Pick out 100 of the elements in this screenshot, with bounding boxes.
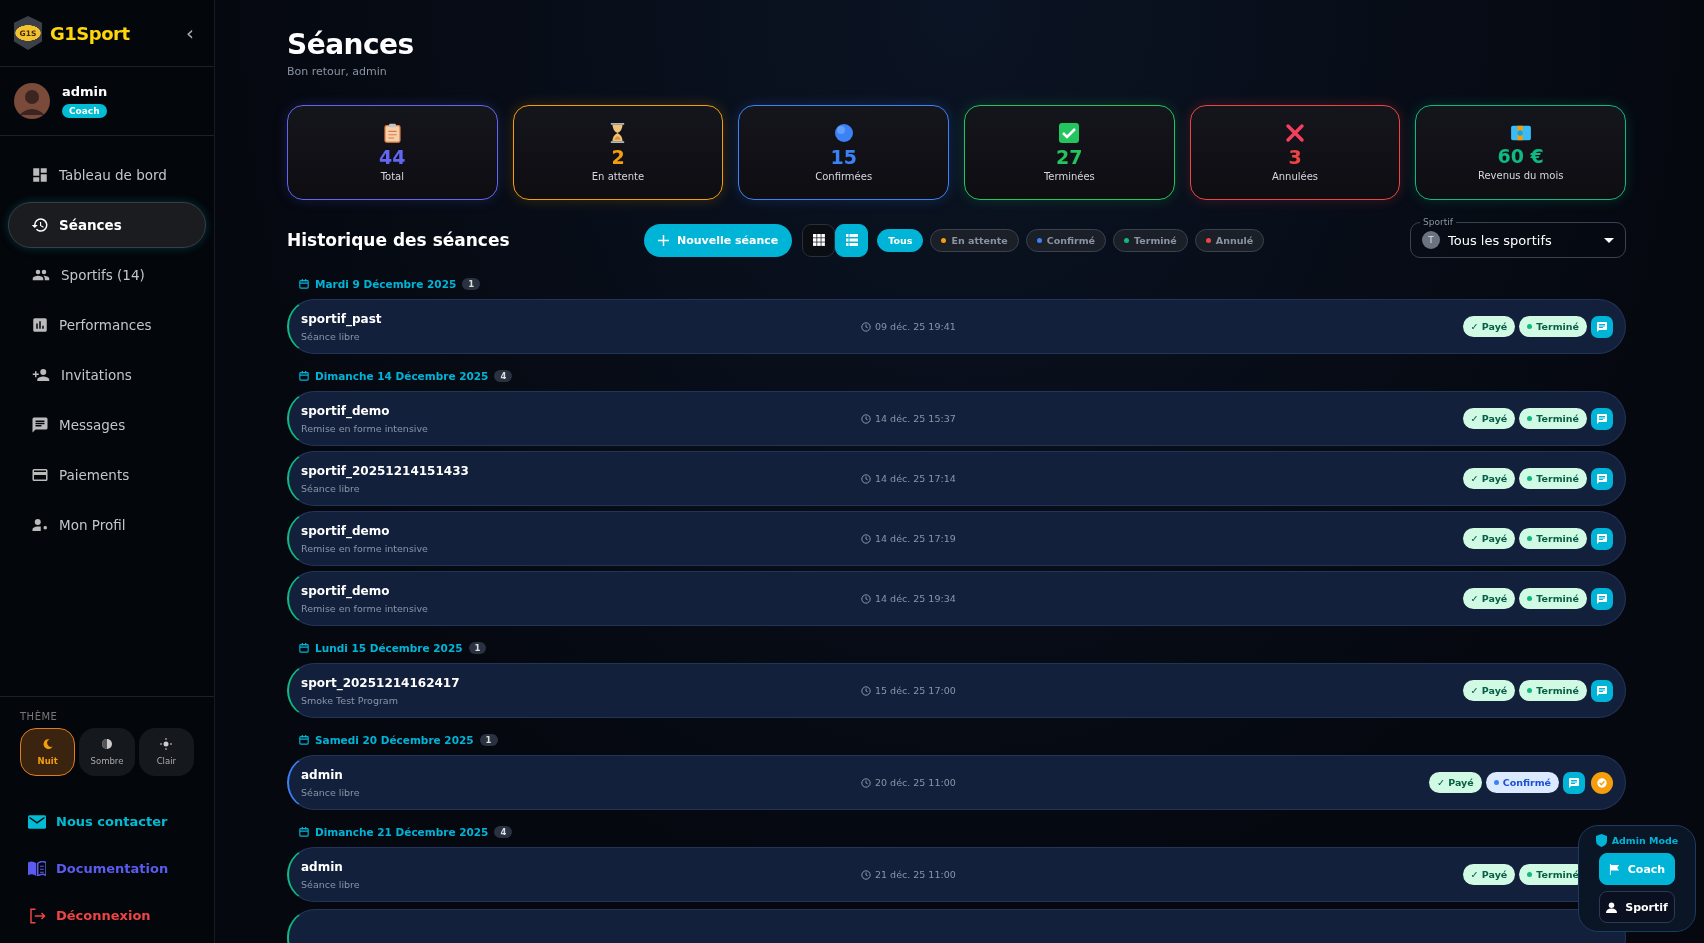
stat-value: 60 € [1497,145,1544,167]
athlete-name: sportif_20251214151433 [301,463,470,478]
message-icon [1596,684,1608,697]
user-name: admin [62,84,108,99]
chat-button[interactable] [1591,467,1613,490]
list-view-button[interactable] [835,223,869,257]
ball-icon [833,123,854,143]
message-icon [1596,412,1608,425]
theme-option[interactable]: Nuit [20,728,76,776]
card-icon [31,466,49,484]
calendar-icon [299,827,309,837]
chat-button[interactable] [1563,771,1585,794]
athlete-name: sportif_demo [301,403,391,418]
nav-item[interactable]: Paiements [8,452,206,498]
payment-badge: ✓ Payé [1462,680,1516,701]
program-name: Séance libre [301,786,361,798]
filter-chip[interactable]: Annulé [1194,228,1265,252]
sidebar-link[interactable]: Nous contacter [20,798,194,845]
session-row[interactable]: sportif_20251214151433 Séance libre 14 déc. 25 17:14 ✓ Payé Terminé [287,451,1626,506]
athlete-name: admin [301,859,344,874]
list-icon [845,234,858,246]
session-time: 14 déc. 25 17:19 [875,533,956,544]
page-title: Séances [287,28,414,61]
date-heading: Mardi 9 Décembre 2025 [315,278,457,290]
nav-item[interactable]: Mon Profil [8,502,206,548]
message-icon [31,416,49,434]
sidebar-link[interactable]: Documentation [20,845,194,892]
program-name: Séance libre [301,878,361,890]
grid-view-button[interactable] [802,223,836,257]
program-name: Séance libre [301,330,361,342]
check-icon [1059,123,1080,143]
session-row[interactable]: sportif_demo Remise en forme intensive 14 déc. 25 17:19 ✓ Payé Terminé [287,511,1626,566]
book-icon [28,861,46,876]
mode-option[interactable]: Sportif [1599,891,1675,923]
logout-icon [28,906,46,925]
theme-heading: THÈME [20,711,59,722]
session-row[interactable]: sportif_past Séance libre 09 déc. 25 19:41 ✓ Payé Terminé [287,299,1626,354]
clock-icon [861,473,871,484]
count-badge: 1 [479,734,498,746]
stat-label: Revenus du mois [1477,170,1564,181]
check-circle-icon [1595,775,1609,790]
clipboard-icon [383,123,401,143]
brand-name: G1Sport [50,22,131,44]
program-name: Remise en forme intensive [301,602,429,614]
payment-badge: ✓ Payé [1462,528,1516,549]
clock-icon [861,685,871,696]
hourglass-icon [609,123,627,143]
nav-item[interactable]: Sportifs (14) [8,252,206,298]
theme-option[interactable]: Sombre [79,728,135,776]
status-badge: Terminé [1519,680,1587,701]
theme-option[interactable]: Clair [138,728,194,776]
chat-button[interactable] [1591,587,1613,610]
count-badge: 4 [494,370,513,382]
chat-button[interactable] [1591,527,1613,550]
chat-button[interactable] [1591,679,1613,702]
filter-chip[interactable]: En attente [930,228,1019,252]
stat-label: Confirmées [815,171,873,182]
avatar: T [1422,231,1440,249]
status-badge: Confirmé [1485,772,1559,793]
nav-item[interactable]: Séances [8,202,206,248]
filter-chip[interactable]: Confirmé [1025,228,1107,252]
payment-badge: ✓ Payé [1462,588,1516,609]
date-heading: Dimanche 21 Décembre 2025 [315,826,489,838]
count-badge: 4 [494,826,513,838]
chat-button[interactable] [1591,407,1613,430]
dashboard-icon [31,166,49,184]
plus-icon [658,234,669,246]
stat-value: 3 [1288,146,1302,168]
collapse-button[interactable]: ‹ [180,21,200,45]
session-row[interactable]: admin Séance libre 20 déc. 25 11:00 ✓ Payé Confirmé [287,755,1626,810]
payment-badge: ✓ Payé [1462,316,1516,337]
session-time: 20 déc. 25 11:00 [875,777,956,788]
session-time: 15 déc. 25 17:00 [875,685,956,696]
sidebar-link[interactable]: Déconnexion [20,892,194,939]
nav-item[interactable]: Performances [8,302,206,348]
session-row[interactable]: sportif_demo Remise en forme intensive 14 déc. 25 15:37 ✓ Payé Terminé [287,391,1626,446]
cross-icon [1285,123,1305,143]
confirm-button[interactable] [1591,771,1613,794]
dropdown-caret-icon [1604,237,1614,243]
payment-badge: ✓ Payé [1428,772,1482,793]
page-subtitle: Bon retour, admin [287,65,388,78]
message-icon [1596,472,1608,485]
nav-item[interactable]: Tableau de bord [8,152,206,198]
role-badge: Coach [62,104,107,118]
chat-button[interactable] [1591,315,1613,338]
avatar [14,83,50,119]
status-badge: Terminé [1519,408,1587,429]
message-icon [1596,592,1608,605]
person-icon [1606,901,1618,913]
session-row[interactable]: sport_20251214162417 Smoke Test Program 15 déc. 25 17:00 ✓ Payé Terminé [287,663,1626,718]
select-value: Tous les sportifs [1448,232,1553,248]
panel-title: Admin Mode [1611,835,1679,846]
calendar-icon [299,735,309,745]
nav-item[interactable]: Messages [8,402,206,448]
stat-label: Total [380,171,404,182]
filter-chip[interactable]: Terminé [1113,228,1188,252]
flag-icon [1608,863,1620,875]
session-row[interactable]: sportif_demo Remise en forme intensive 14 déc. 25 19:34 ✓ Payé Terminé [287,571,1626,626]
status-badge: Terminé [1519,316,1587,337]
nav-item[interactable]: Invitations [8,352,206,398]
